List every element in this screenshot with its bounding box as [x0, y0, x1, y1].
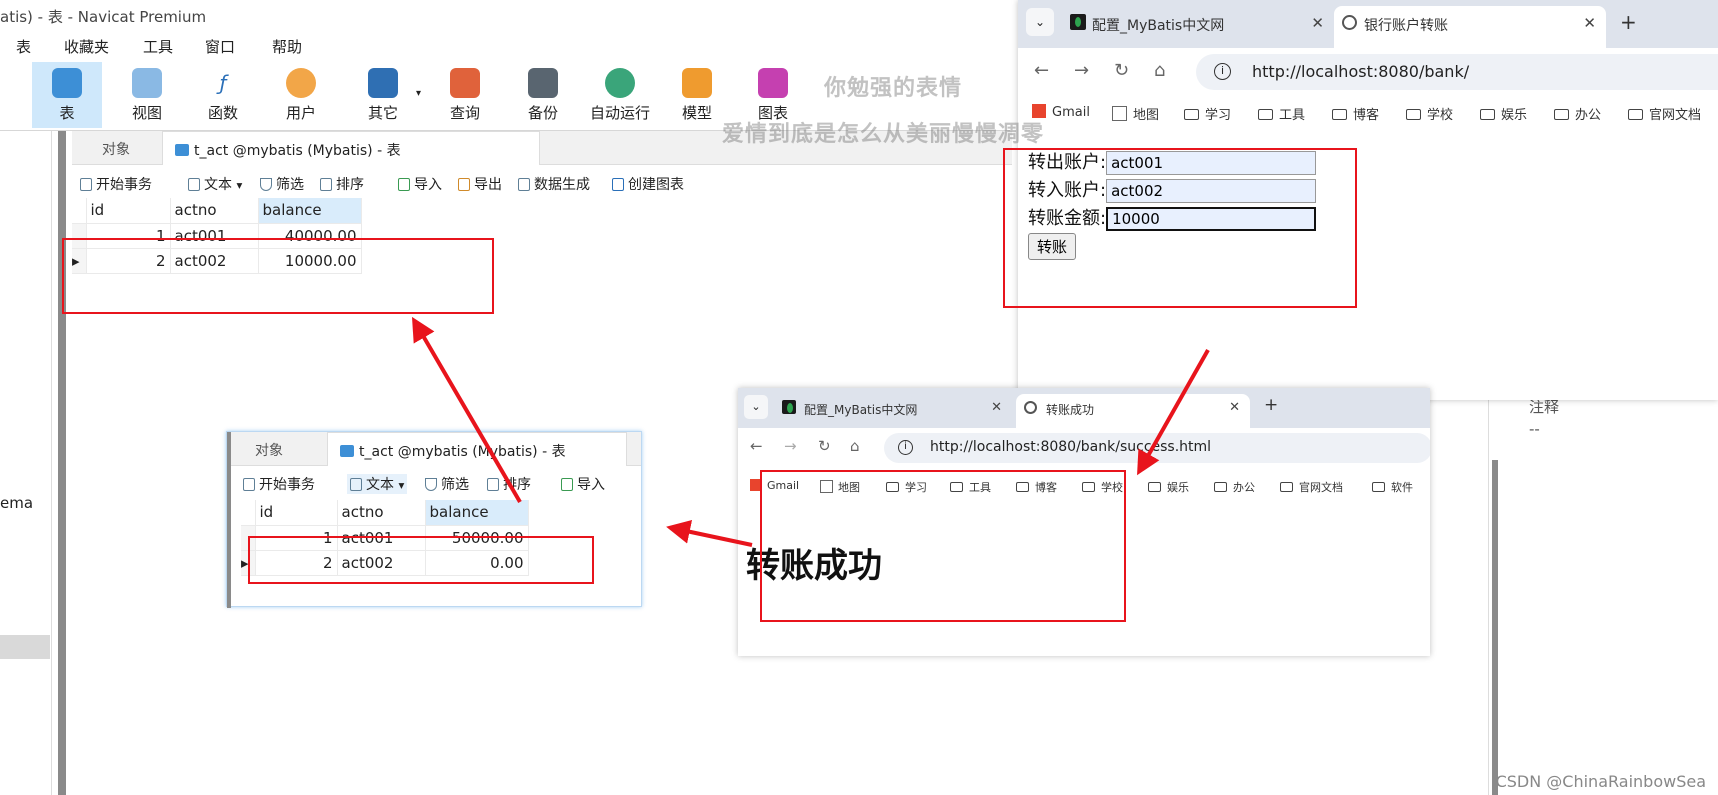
arrow-to-after-table — [411, 316, 522, 504]
arrow-to-before-snapshot — [666, 520, 753, 547]
annotation-arrows — [411, 316, 1210, 547]
arrow-to-success-page — [1137, 349, 1210, 476]
credit-text: CSDN @ChinaRainbowSea — [1495, 772, 1706, 791]
